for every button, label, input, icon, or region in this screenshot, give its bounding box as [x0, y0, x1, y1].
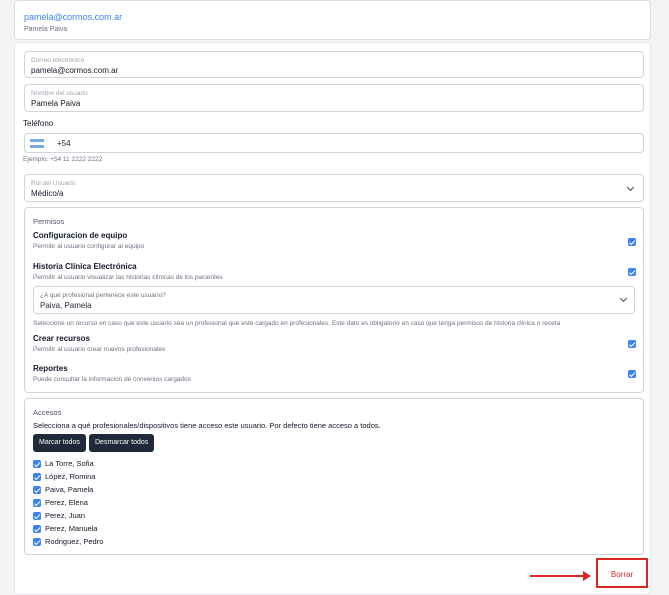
permission-title: Historia Clínica Electrónica: [33, 262, 137, 271]
chevron-down-icon: [619, 294, 628, 303]
professional-hint: Seleccione un recurso en caso que este u…: [33, 320, 561, 327]
access-item-label: Perez, Elena: [45, 498, 88, 507]
permissions-title: Permisos: [33, 217, 65, 226]
name-field-label: Nombre del usuario: [31, 90, 88, 97]
permission-desc: Permitir al usuario visualizar las histo…: [33, 274, 223, 281]
delete-button[interactable]: Borrar: [596, 558, 648, 588]
permission-title: Configuracion de equipo: [33, 231, 128, 240]
role-select-value: Médico/a: [31, 189, 64, 198]
chevron-down-icon: [626, 183, 635, 192]
header-email: pamela@cormos.com.ar: [24, 12, 123, 22]
access-item-label: Rodriguez, Pedro: [45, 537, 104, 546]
access-checkbox[interactable]: [33, 499, 41, 507]
access-item-label: Perez, Juan: [45, 511, 86, 520]
header-name: Pamela Paiva: [24, 26, 68, 33]
permission-checkbox[interactable]: [628, 238, 636, 246]
phone-input[interactable]: +54: [24, 133, 644, 153]
permission-title: Reportes: [33, 364, 68, 373]
unmark-all-button[interactable]: Desmarcar todos: [89, 434, 155, 452]
access-item-label: Perez, Manuela: [45, 524, 98, 533]
permission-desc: Permitir al usuario crear nuevos profesi…: [33, 346, 166, 353]
email-field-label: Correo electrónico: [31, 57, 85, 64]
access-checkbox[interactable]: [33, 473, 41, 481]
access-checkbox[interactable]: [33, 525, 41, 533]
role-select-label: Rol del Usuario: [31, 180, 76, 187]
professional-select-label: ¿A qué profesional pertenece este usuari…: [40, 292, 166, 299]
name-field[interactable]: Nombre del usuario Pamela Paiva: [24, 84, 644, 112]
access-checkbox[interactable]: [33, 486, 41, 494]
access-item-label: López, Romina: [45, 472, 96, 481]
permission-title: Crear recursos: [33, 334, 90, 343]
argentina-flag-icon[interactable]: [30, 139, 44, 148]
phone-code: +54: [57, 139, 71, 148]
access-section: Accesos Selecciona a qué profesionales/d…: [24, 398, 644, 555]
permission-checkbox[interactable]: [628, 340, 636, 348]
permissions-section: Permisos Configuracion de equipo Permiti…: [24, 207, 644, 393]
professional-select[interactable]: ¿A qué profesional pertenece este usuari…: [33, 286, 635, 314]
access-item-label: La Torre, Sofia: [45, 459, 94, 468]
email-field-value: pamela@cormos.com.ar: [31, 66, 119, 75]
arrow-right-icon: [530, 571, 591, 581]
phone-label: Teléfono: [23, 119, 54, 128]
professional-select-value: Paiva, Pamela: [40, 301, 92, 310]
access-title: Accesos: [33, 408, 62, 417]
delete-button-label: Borrar: [610, 570, 634, 579]
permission-desc: Permitir al usuario configurar al equipo: [33, 243, 145, 250]
permission-checkbox[interactable]: [628, 370, 636, 378]
name-field-value: Pamela Paiva: [31, 99, 81, 108]
access-desc: Selecciona a qué profesionales/dispositi…: [33, 421, 381, 430]
permission-desc: Puede consultar la informacion de conven…: [33, 376, 191, 383]
access-checkbox[interactable]: [33, 512, 41, 520]
mark-all-button[interactable]: Marcar todos: [33, 434, 86, 452]
user-form: Correo electrónico pamela@cormos.com.ar …: [14, 42, 651, 595]
access-checkbox[interactable]: [33, 460, 41, 468]
role-select[interactable]: Rol del Usuario Médico/a: [24, 174, 644, 202]
access-checkbox[interactable]: [33, 538, 41, 546]
access-item-label: Paiva, Pamela: [45, 485, 94, 494]
phone-hint: Ejemplo: +54 11 2222 2222: [23, 156, 103, 163]
permission-checkbox[interactable]: [628, 268, 636, 276]
user-header-card: pamela@cormos.com.ar Pamela Paiva: [14, 0, 651, 40]
email-field[interactable]: Correo electrónico pamela@cormos.com.ar: [24, 51, 644, 78]
